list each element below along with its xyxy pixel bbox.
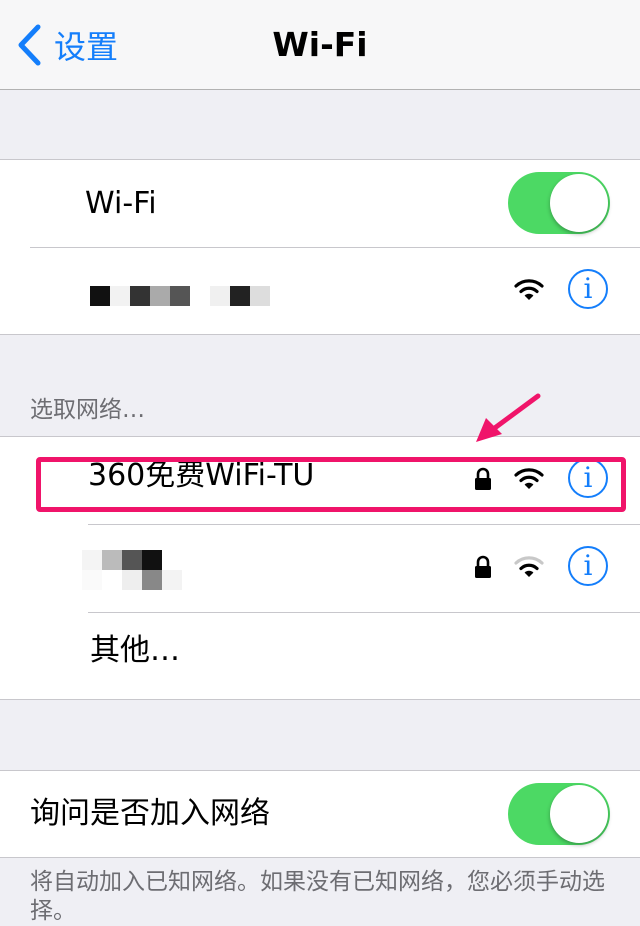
navigation-bar: 设置 Wi-Fi [0, 0, 640, 90]
wifi-label: Wi-Fi [85, 186, 157, 221]
wifi-toggle-knob [550, 174, 608, 232]
wifi-group: Wi-Fi i [0, 159, 640, 335]
ask-join-footer: 将自动加入已知网络。如果没有已知网络，您必须手动选择。 [30, 869, 605, 924]
highlight-box [36, 457, 626, 512]
wifi-icon [514, 279, 544, 300]
ask-join-label: 询问是否加入网络 [30, 796, 270, 831]
ask-join-group: 询问是否加入网络 [0, 770, 640, 858]
lock-icon [475, 555, 491, 578]
ask-join-toggle[interactable] [508, 783, 610, 845]
ask-join-row: 询问是否加入网络 [0, 771, 640, 857]
other-network-row[interactable]: 其他… [0, 613, 640, 700]
info-icon[interactable]: i [568, 269, 608, 309]
section-header: 选取网络… [30, 397, 145, 423]
network-row[interactable]: i [0, 525, 640, 612]
info-icon[interactable]: i [568, 546, 608, 586]
other-network-label: 其他… [90, 633, 180, 668]
wifi-icon [514, 556, 544, 577]
wifi-toggle[interactable] [508, 172, 610, 234]
arrow-annotation-icon [476, 393, 541, 442]
ask-join-toggle-knob [550, 785, 608, 843]
page-title: Wi-Fi [272, 25, 368, 64]
wifi-toggle-row: Wi-Fi [0, 160, 640, 247]
current-network-row[interactable]: i [0, 248, 640, 335]
